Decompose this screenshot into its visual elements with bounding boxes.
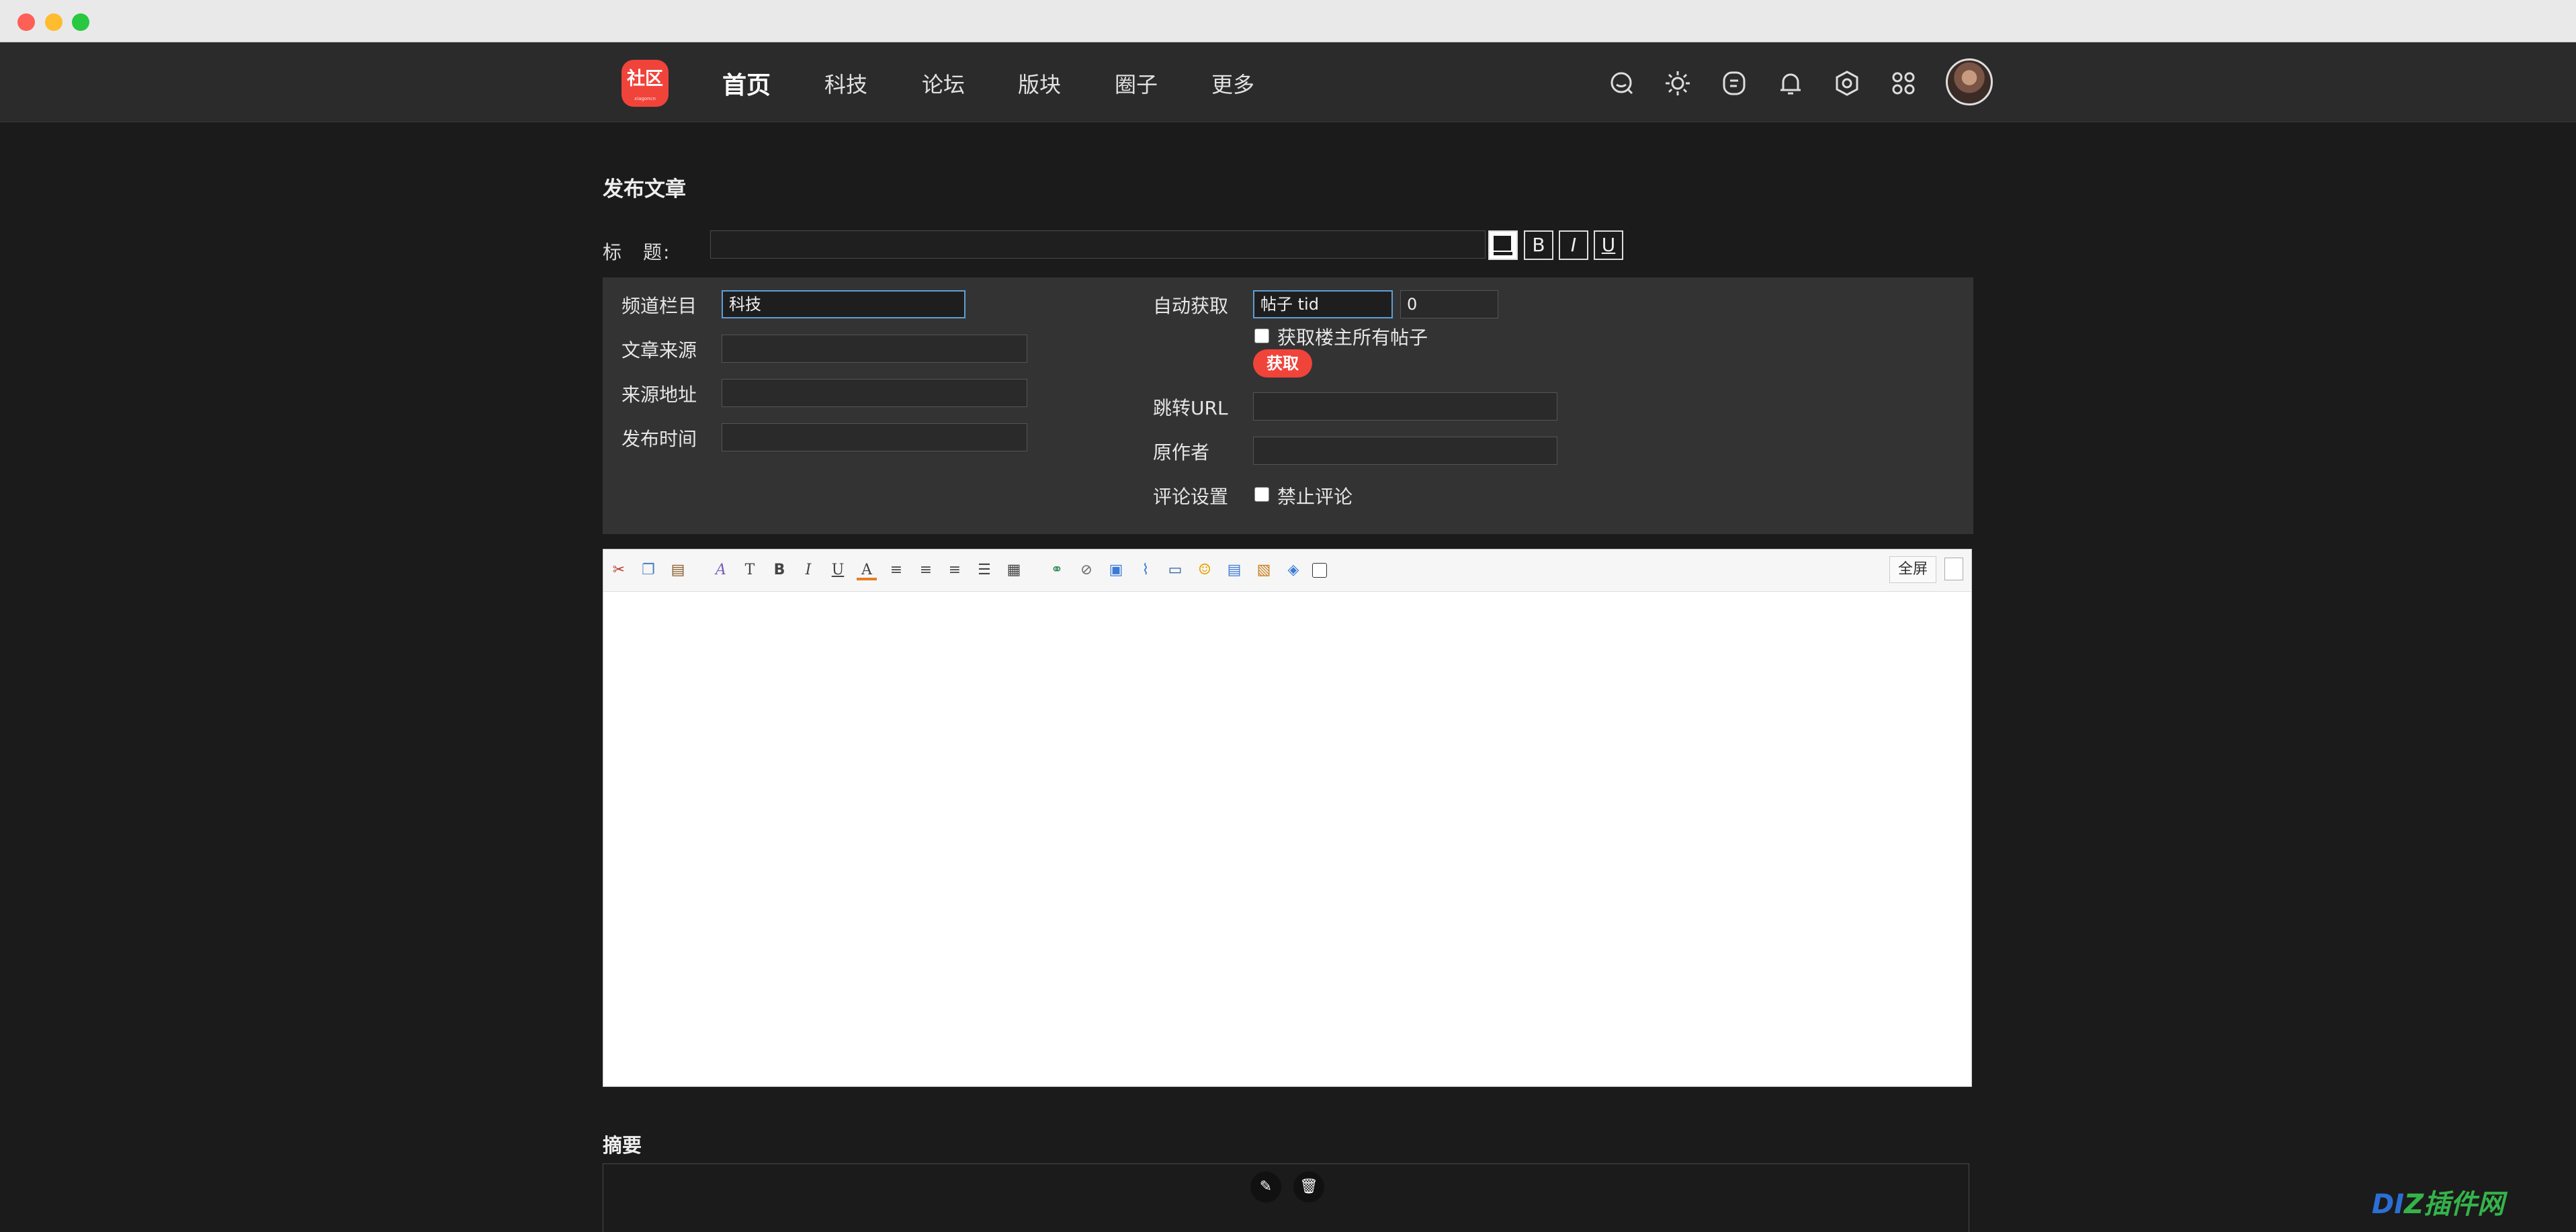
source-code-icon[interactable] <box>1944 558 1963 580</box>
font-color-icon[interactable]: A <box>857 560 877 580</box>
source-input[interactable] <box>722 335 1027 363</box>
align-left-icon[interactable]: ≡ <box>886 560 906 580</box>
close-window-button[interactable] <box>17 13 35 31</box>
nav-item-boards[interactable]: 版块 <box>1018 68 1061 99</box>
paste-icon[interactable]: ▤ <box>668 560 688 580</box>
logo-subtext: xiagoncn <box>634 96 656 101</box>
copy-icon[interactable]: ❐ <box>638 560 658 580</box>
disable-comments-label: 禁止评论 <box>1277 486 1353 508</box>
media-icon[interactable]: ▭ <box>1165 560 1185 580</box>
ordered-list-icon[interactable]: ☰ <box>974 560 994 580</box>
smiley-icon[interactable]: ☺ <box>1195 560 1215 580</box>
bold-icon[interactable]: B <box>769 560 789 580</box>
auto-fetch-label: 自动获取 <box>1153 295 1229 317</box>
zoom-window-button[interactable] <box>72 13 89 31</box>
site-logo[interactable]: 社区 xiagoncn <box>621 60 669 107</box>
site-watermark: DIZ插件网 <box>2372 1182 2504 1221</box>
source-url-input[interactable] <box>722 379 1027 407</box>
title-label: 标 题: <box>603 241 671 263</box>
minimize-window-button[interactable] <box>45 13 62 31</box>
summary-title: 摘要 <box>603 1134 642 1157</box>
insert-file-icon[interactable]: ◈ <box>1283 560 1303 580</box>
page-count-input[interactable]: 0 <box>1400 290 1498 318</box>
attachment-icon[interactable]: ⌇ <box>1135 560 1156 580</box>
align-center-icon[interactable]: ≡ <box>916 560 936 580</box>
image-icon[interactable]: ▣ <box>1106 560 1126 580</box>
title-italic-button[interactable]: I <box>1559 230 1588 260</box>
jump-url-input[interactable] <box>1253 392 1557 421</box>
message-icon[interactable] <box>1721 70 1748 97</box>
multi-image-icon[interactable]: ▧ <box>1254 560 1274 580</box>
title-color-button[interactable] <box>1488 230 1518 260</box>
source-url-label: 来源地址 <box>621 384 697 406</box>
window-titlebar <box>0 0 2576 42</box>
unlink-icon[interactable]: ⊘ <box>1076 560 1097 580</box>
tid-input[interactable]: 帖子 tid <box>1253 290 1393 318</box>
nav-item-tech[interactable]: 科技 <box>824 68 867 99</box>
user-avatar[interactable] <box>1946 58 1993 105</box>
nav-item-home[interactable]: 首页 <box>722 66 771 101</box>
font-icon[interactable]: A <box>711 560 731 580</box>
channel-input[interactable]: 科技 <box>722 290 965 318</box>
fullscreen-button[interactable]: 全屏 <box>1889 556 1936 583</box>
delete-trash-icon[interactable]: 🗑 <box>1293 1172 1324 1202</box>
bell-icon[interactable] <box>1777 70 1804 97</box>
unordered-list-icon[interactable]: ▦ <box>1004 560 1024 580</box>
underline-icon[interactable]: U <box>828 560 848 580</box>
channel-label: 频道栏目 <box>621 295 697 317</box>
author-label: 原作者 <box>1153 441 1210 464</box>
disable-comments-checkbox[interactable] <box>1254 487 1269 502</box>
link-icon[interactable]: ⚭ <box>1047 560 1067 580</box>
cut-icon[interactable]: ✂ <box>609 560 629 580</box>
title-input[interactable] <box>710 230 1486 259</box>
chat-icon[interactable] <box>1608 70 1635 97</box>
editor-option-checkbox[interactable] <box>1312 563 1327 578</box>
editor-content-area[interactable] <box>603 592 1971 1086</box>
source-label: 文章来源 <box>621 339 697 361</box>
logo-text: 社区 <box>627 69 663 89</box>
author-input[interactable] <box>1253 437 1557 465</box>
editor-toolbar: ✂ ❐ ▤ A T B I U A ≡ ≡ ≡ ☰ ▦ ⚭ ⊘ ▣ ⌇ ▭ ☺ … <box>603 549 1971 592</box>
fetch-all-checkbox[interactable] <box>1254 328 1269 343</box>
summary-box[interactable] <box>603 1163 1969 1232</box>
italic-icon[interactable]: I <box>798 560 818 580</box>
title-bold-button[interactable]: B <box>1524 230 1553 260</box>
fetch-all-label: 获取楼主所有帖子 <box>1277 326 1428 349</box>
publish-time-label: 发布时间 <box>621 428 697 450</box>
watermark-part-b: Z插件网 <box>2404 1189 2505 1220</box>
sun-icon[interactable] <box>1664 70 1691 97</box>
apps-icon[interactable] <box>1890 70 1917 97</box>
edit-pencil-icon[interactable]: ✎ <box>1250 1172 1281 1202</box>
title-underline-button[interactable]: U <box>1594 230 1623 260</box>
nav-item-circles[interactable]: 圈子 <box>1115 68 1158 99</box>
settings-icon[interactable] <box>1834 70 1860 97</box>
page-title: 发布文章 <box>603 177 686 202</box>
table-icon[interactable]: ▤ <box>1224 560 1244 580</box>
top-navbar: 社区 xiagoncn 首页 科技 论坛 版块 圈子 更多 <box>0 42 2576 122</box>
font-size-icon[interactable]: T <box>740 560 760 580</box>
fetch-button[interactable]: 获取 <box>1253 349 1312 378</box>
align-right-icon[interactable]: ≡ <box>945 560 965 580</box>
publish-time-input[interactable] <box>722 423 1027 451</box>
nav-item-forum[interactable]: 论坛 <box>922 68 965 99</box>
nav-item-more[interactable]: 更多 <box>1211 68 1254 99</box>
comment-settings-label: 评论设置 <box>1153 486 1229 508</box>
jump-url-label: 跳转URL <box>1153 397 1228 419</box>
watermark-part-a: DI <box>2372 1189 2405 1220</box>
rich-text-editor: ✂ ❐ ▤ A T B I U A ≡ ≡ ≡ ☰ ▦ ⚭ ⊘ ▣ ⌇ ▭ ☺ … <box>603 549 1972 1087</box>
